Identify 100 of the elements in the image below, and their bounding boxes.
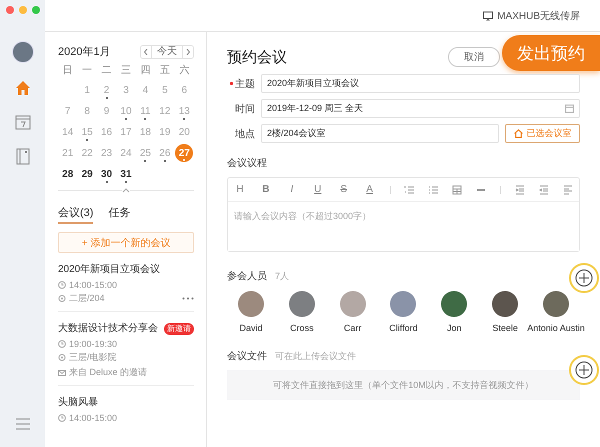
add-button[interactable]	[569, 355, 599, 385]
calendar-day[interactable]: 6	[175, 81, 194, 100]
participant-name: Jon	[447, 323, 462, 333]
avatar[interactable]	[441, 291, 468, 317]
input-field[interactable]: 2020年新项目立项会议	[261, 74, 580, 93]
avatar[interactable]	[288, 291, 315, 317]
calendar-day[interactable]: 1	[78, 81, 96, 100]
meeting-time: 14:00-15:00	[69, 280, 118, 290]
strikethrough-tool[interactable]: S	[338, 184, 350, 195]
calendar-day[interactable]: 7	[58, 102, 77, 121]
table-icon[interactable]	[452, 184, 462, 194]
avatar[interactable]	[542, 291, 569, 317]
calendar-day[interactable]: 30	[98, 165, 116, 184]
weekday-label: 二	[102, 64, 112, 78]
page-title: 预约会议	[227, 48, 287, 66]
calendar-day[interactable]: 20	[175, 123, 194, 142]
meeting-time: 19:00-19:30	[69, 339, 118, 349]
participant-name: Carr	[344, 323, 362, 333]
calendar-day[interactable]: 21	[58, 144, 77, 163]
bold-tool[interactable]: B	[260, 184, 272, 195]
notebook-icon[interactable]	[14, 147, 32, 165]
date-field[interactable]: 2019年-12-09 周三 全天	[261, 99, 580, 118]
underline-tool[interactable]: U	[312, 184, 324, 195]
calendar-day[interactable]: 26	[156, 144, 174, 163]
calendar-day[interactable]: 19	[156, 123, 174, 142]
close-window-control[interactable]	[6, 6, 14, 14]
meeting-title: 大数据设计技术分享会	[58, 322, 158, 335]
home-icon[interactable]	[14, 79, 32, 97]
calendar-day[interactable]: 25	[136, 144, 154, 163]
calendar-day[interactable]: 5	[156, 81, 174, 100]
participant-name: Antonio Austin	[527, 323, 585, 333]
new-invite-badge: 新邀请	[164, 323, 194, 335]
calendar-day[interactable]: 27	[175, 144, 194, 162]
meeting-title: 2020年新项目立项会议	[58, 262, 160, 276]
avatar[interactable]	[492, 291, 518, 317]
meeting-item[interactable]: 大数据设计技术分享会 新邀请 19:00-19:30 三层/电影院 来自 Deluxe 的邀请	[58, 312, 194, 386]
meeting-item[interactable]: 2020年新项目立项会议 14:00-15:00 二层/204	[58, 253, 194, 312]
collapse-icon[interactable]	[122, 188, 130, 193]
calendar-day[interactable]: 31	[116, 165, 135, 184]
input-field[interactable]: 2楼/204会议室	[261, 124, 499, 143]
ordered-list-icon[interactable]	[404, 184, 414, 194]
calendar-day[interactable]: 18	[136, 123, 154, 142]
calendar-day[interactable]: 12	[156, 102, 174, 121]
calendar-day[interactable]: 4	[136, 81, 154, 100]
list-tab[interactable]: 会议(3)	[58, 205, 94, 224]
avatar[interactable]	[238, 291, 264, 317]
avatar[interactable]	[390, 291, 416, 317]
add-button[interactable]	[569, 263, 599, 293]
calendar-day[interactable]: 3	[116, 81, 135, 100]
calendar-day[interactable]: 24	[116, 144, 135, 163]
plus-icon	[575, 269, 593, 287]
heading-tool[interactable]: H	[234, 184, 246, 195]
agenda-editor[interactable]: H B I U S A 请输入会议内容（不超过3000字）	[227, 177, 580, 252]
list-tab[interactable]: 任务	[108, 205, 130, 224]
file-drop-area[interactable]: 可将文件直接拖到这里（单个文件10M以内，不支持音视频文件）	[227, 370, 580, 400]
align-left-icon[interactable]	[562, 184, 573, 194]
meeting-location: 二层/204	[69, 292, 105, 305]
clock-icon	[58, 414, 66, 422]
add-meeting-button[interactable]: + 添加一个新的会议	[58, 232, 194, 253]
calendar-day[interactable]: 14	[58, 123, 77, 142]
bullet-list-icon[interactable]	[428, 184, 438, 194]
more-icon[interactable]	[182, 297, 194, 300]
screen-cast-icon	[483, 10, 494, 20]
text-color-tool[interactable]: A	[364, 184, 376, 195]
calendar-day[interactable]: 8	[78, 102, 96, 121]
calendar-day[interactable]: 28	[58, 165, 77, 184]
field-label: 主题	[235, 78, 255, 90]
invite-source: 来自 Deluxe 的邀请	[69, 366, 148, 379]
calendar-day[interactable]: 15	[78, 123, 96, 142]
participant-name: Clifford	[389, 323, 418, 333]
submit-button[interactable]: 发出预约	[502, 35, 600, 71]
weekday-label: 日	[62, 64, 73, 78]
meeting-item[interactable]: 头脑风暴 14:00-15:00	[58, 386, 194, 429]
avatar[interactable]	[12, 41, 34, 63]
outdent-icon[interactable]	[538, 184, 549, 194]
calendar-day[interactable]: 22	[78, 144, 96, 163]
italic-tool[interactable]: I	[286, 184, 298, 195]
screen-cast-label[interactable]: MAXHUB无线传屏	[497, 8, 580, 22]
location-pin-icon	[58, 354, 66, 362]
calendar-day[interactable]: 13	[175, 102, 194, 121]
calendar-day[interactable]: 2	[98, 81, 116, 100]
zoom-window-control[interactable]	[32, 6, 40, 14]
calendar-day[interactable]: 23	[98, 144, 116, 163]
calendar-day[interactable]: 16	[98, 123, 116, 142]
participant-name: David	[239, 323, 262, 333]
home-icon	[514, 129, 522, 138]
calendar-icon[interactable]	[565, 104, 574, 113]
calendar-day[interactable]: 29	[78, 165, 96, 184]
calendar-day[interactable]: 10	[116, 102, 135, 121]
today-button[interactable]: 今天	[151, 46, 183, 58]
calendar-icon[interactable]	[14, 113, 32, 131]
room-button[interactable]: 已选会议室	[505, 124, 580, 143]
weekday-label: 三	[120, 64, 131, 78]
meeting-title: 头脑风暴	[58, 396, 98, 409]
meeting-time: 14:00-15:00	[69, 413, 118, 423]
calendar-day[interactable]: 11	[136, 102, 154, 121]
indent-icon[interactable]	[515, 184, 526, 194]
calendar-day[interactable]: 9	[98, 102, 116, 121]
calendar-day[interactable]: 17	[116, 123, 135, 142]
cancel-button[interactable]: 取消	[448, 47, 500, 67]
